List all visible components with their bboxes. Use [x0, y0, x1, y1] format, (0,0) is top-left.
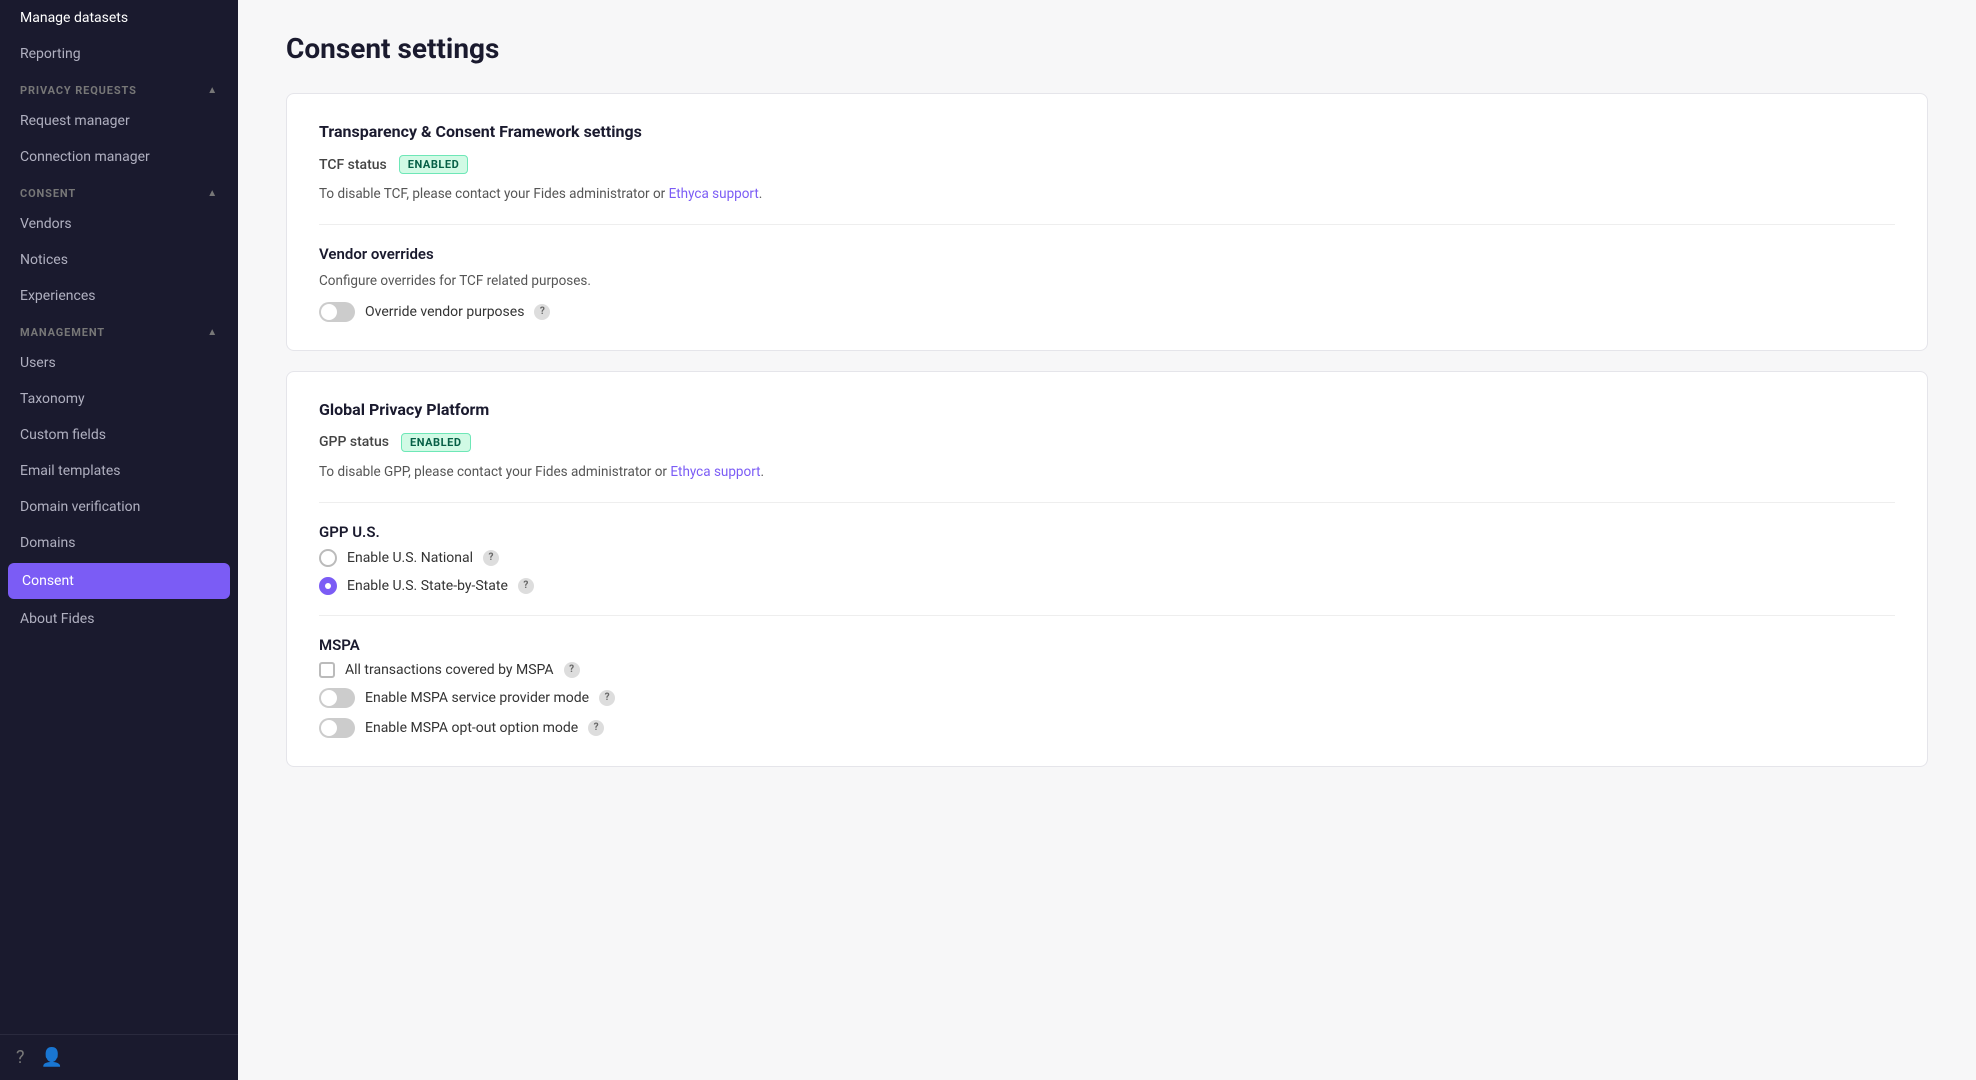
override-vendor-label: Override vendor purposes	[365, 304, 524, 320]
sidebar-item-email-templates[interactable]: Email templates	[0, 453, 238, 489]
tcf-status-label: TCF status	[319, 157, 387, 173]
gpp-us-state-radio[interactable]	[319, 577, 337, 595]
mspa-service-toggle-row: Enable MSPA service provider mode ?	[319, 688, 1895, 708]
page-title: Consent settings	[286, 32, 1928, 65]
sidebar-item-consent[interactable]: Consent	[8, 563, 230, 599]
sidebar-item-label: Domain verification	[20, 499, 140, 515]
sidebar: Manage datasets Reporting PRIVACY REQUES…	[0, 0, 238, 1080]
user-icon[interactable]: 👤	[41, 1047, 63, 1068]
sidebar-item-label: Vendors	[20, 216, 72, 232]
tcf-card: Transparency & Consent Framework setting…	[286, 93, 1928, 351]
sidebar-item-label: About Fides	[20, 611, 94, 627]
sidebar-item-label: Consent	[22, 573, 74, 589]
override-vendor-toggle[interactable]	[319, 302, 355, 322]
mspa-optout-help-icon[interactable]: ?	[588, 720, 604, 736]
mspa-service-help-icon[interactable]: ?	[599, 690, 615, 706]
tcf-ethyca-link[interactable]: Ethyca support	[669, 186, 759, 202]
sidebar-item-label: Domains	[20, 535, 75, 551]
gpp-us-national-row: Enable U.S. National ?	[319, 549, 1895, 567]
sidebar-item-taxonomy[interactable]: Taxonomy	[0, 381, 238, 417]
sidebar-item-label: Users	[20, 355, 56, 371]
gpp-ethyca-link[interactable]: Ethyca support	[670, 464, 760, 480]
sidebar-item-request-manager[interactable]: Request manager	[0, 103, 238, 139]
gpp-us-national-label: Enable U.S. National	[347, 550, 473, 566]
gpp-us-state-label: Enable U.S. State-by-State	[347, 578, 508, 594]
sidebar-section-management: MANAGEMENT ▲	[0, 314, 238, 345]
gpp-divider-2	[319, 615, 1895, 616]
gpp-status-label: GPP status	[319, 434, 389, 450]
gpp-status-row: GPP status ENABLED	[319, 433, 1895, 452]
override-vendor-help-icon[interactable]: ?	[534, 304, 550, 320]
mspa-title: MSPA	[319, 636, 1895, 654]
sidebar-item-manage-datasets[interactable]: Manage datasets	[0, 0, 238, 36]
mspa-service-toggle[interactable]	[319, 688, 355, 708]
main-content: Consent settings Transparency & Consent …	[238, 0, 1976, 1080]
sidebar-item-label: Email templates	[20, 463, 121, 479]
sidebar-item-notices[interactable]: Notices	[0, 242, 238, 278]
sidebar-item-label: Reporting	[20, 46, 81, 62]
tcf-status-badge: ENABLED	[399, 155, 469, 174]
gpp-us-title: GPP U.S.	[319, 523, 1895, 541]
sidebar-item-label: Notices	[20, 252, 68, 268]
sidebar-item-reporting[interactable]: Reporting	[0, 36, 238, 72]
sidebar-item-label: Manage datasets	[20, 10, 128, 26]
mspa-covered-checkbox[interactable]	[319, 662, 335, 678]
mspa-service-label: Enable MSPA service provider mode	[365, 690, 589, 706]
sidebar-item-domains[interactable]: Domains	[0, 525, 238, 561]
sidebar-item-label: Custom fields	[20, 427, 106, 443]
sidebar-item-about-fides[interactable]: About Fides	[0, 601, 238, 637]
sidebar-item-vendors[interactable]: Vendors	[0, 206, 238, 242]
gpp-us-national-radio[interactable]	[319, 549, 337, 567]
vendor-overrides-title: Vendor overrides	[319, 245, 1895, 263]
sidebar-item-label: Experiences	[20, 288, 95, 304]
gpp-us-state-help-icon[interactable]: ?	[518, 578, 534, 594]
mspa-covered-help-icon[interactable]: ?	[564, 662, 580, 678]
tcf-info-text: To disable TCF, please contact your Fide…	[319, 184, 1895, 204]
gpp-us-state-row: Enable U.S. State-by-State ?	[319, 577, 1895, 595]
mspa-covered-row: All transactions covered by MSPA ?	[319, 662, 1895, 678]
gpp-us-national-help-icon[interactable]: ?	[483, 550, 499, 566]
chevron-up-icon: ▲	[207, 188, 218, 199]
sidebar-item-users[interactable]: Users	[0, 345, 238, 381]
sidebar-item-connection-manager[interactable]: Connection manager	[0, 139, 238, 175]
tcf-divider	[319, 224, 1895, 225]
help-icon[interactable]: ?	[16, 1047, 25, 1068]
sidebar-item-label: Taxonomy	[20, 391, 85, 407]
gpp-card-title: Global Privacy Platform	[319, 400, 1895, 419]
gpp-card: Global Privacy Platform GPP status ENABL…	[286, 371, 1928, 767]
sidebar-item-experiences[interactable]: Experiences	[0, 278, 238, 314]
sidebar-section-privacy-requests: PRIVACY REQUESTS ▲	[0, 72, 238, 103]
tcf-status-row: TCF status ENABLED	[319, 155, 1895, 174]
sidebar-item-custom-fields[interactable]: Custom fields	[0, 417, 238, 453]
chevron-up-icon: ▲	[207, 327, 218, 338]
mspa-optout-toggle-row: Enable MSPA opt-out option mode ?	[319, 718, 1895, 738]
mspa-covered-label: All transactions covered by MSPA	[345, 662, 554, 678]
mspa-optout-label: Enable MSPA opt-out option mode	[365, 720, 578, 736]
gpp-info-text: To disable GPP, please contact your Fide…	[319, 462, 1895, 482]
gpp-status-badge: ENABLED	[401, 433, 471, 452]
vendor-overrides-description: Configure overrides for TCF related purp…	[319, 271, 1895, 291]
sidebar-bottom: ? 👤	[0, 1034, 238, 1080]
sidebar-section-consent: CONSENT ▲	[0, 175, 238, 206]
sidebar-item-label: Connection manager	[20, 149, 150, 165]
gpp-divider-1	[319, 502, 1895, 503]
chevron-up-icon: ▲	[207, 85, 218, 96]
mspa-optout-toggle[interactable]	[319, 718, 355, 738]
tcf-card-title: Transparency & Consent Framework setting…	[319, 122, 1895, 141]
sidebar-item-label: Request manager	[20, 113, 130, 129]
sidebar-item-domain-verification[interactable]: Domain verification	[0, 489, 238, 525]
override-vendor-toggle-row: Override vendor purposes ?	[319, 302, 1895, 322]
